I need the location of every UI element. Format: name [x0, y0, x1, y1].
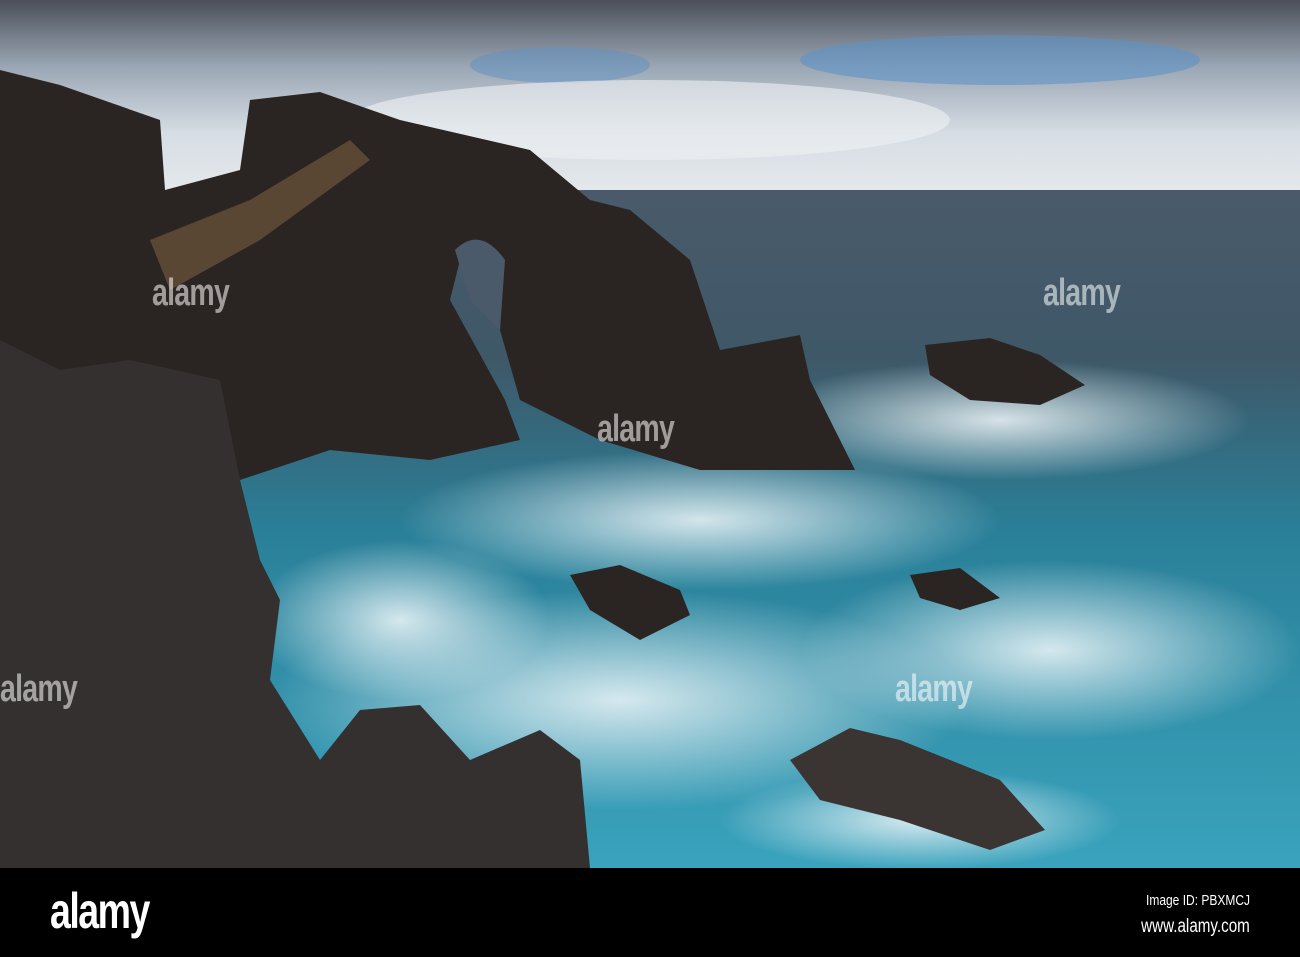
alamy-logo: alamy [50, 883, 150, 939]
watermark-text: alamy [0, 668, 78, 710]
watermark-text: alamy [597, 408, 675, 450]
watermark-text: alamy [1043, 272, 1121, 314]
watermark-text: alamy [152, 272, 230, 314]
landscape-photo: alamy alamy alamy alamy alamy [0, 0, 1300, 868]
image-id-label: Image ID: PBXMCJ [1145, 892, 1250, 909]
watermark-text: alamy [895, 668, 973, 710]
footer-bar: alamy Image ID: PBXMCJ www.alamy.com [0, 868, 1300, 957]
website-link[interactable]: www.alamy.com [1141, 916, 1250, 938]
